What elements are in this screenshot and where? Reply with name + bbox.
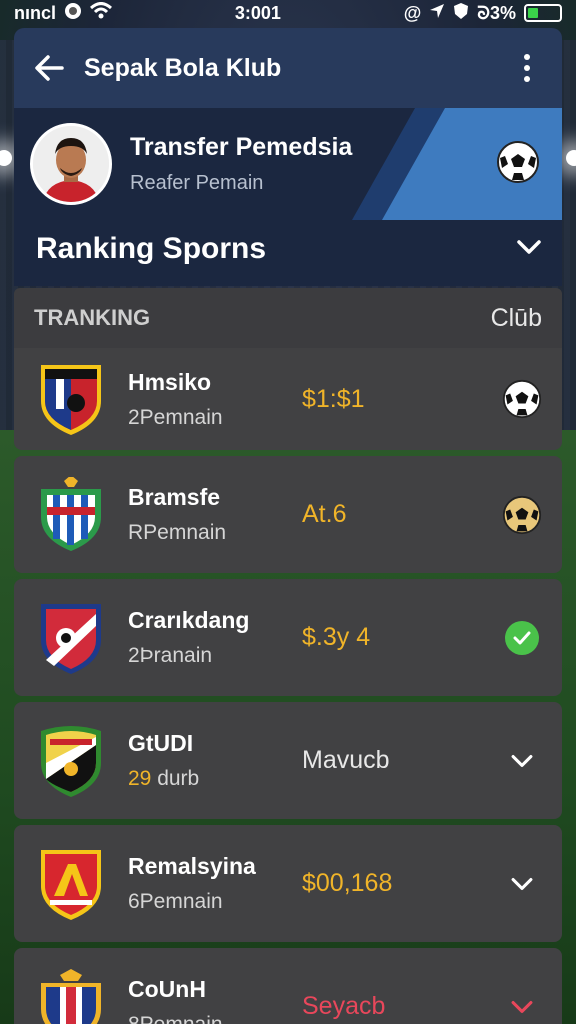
list-item[interactable]: Remalsyina 6Pemnain $00,168 — [14, 825, 562, 942]
club-subtitle: 8Pemnain — [128, 1013, 278, 1024]
chevron-down-icon[interactable] — [500, 876, 544, 892]
avatar — [30, 123, 112, 205]
transfer-value: $.3y 4 — [302, 623, 371, 651]
transfer-value: Seyacb — [302, 992, 386, 1020]
soccer-ball-icon — [496, 140, 540, 189]
page-title: Sepak Bola Klub — [84, 53, 282, 82]
wifi-icon — [90, 1, 113, 25]
list-item[interactable]: CoUnH 8Pemnain Seyacb — [14, 948, 562, 1024]
transfer-banner[interactable]: Transfer Pemedsia Reafer Pemain — [14, 108, 562, 220]
transfer-value: Mavucb — [302, 746, 390, 774]
profile-name: Transfer Pemedsia — [130, 133, 353, 161]
soccer-ball-icon — [500, 379, 544, 419]
record-icon — [64, 2, 82, 25]
club-subtitle: 2Þranain — [128, 644, 213, 667]
at-icon: @ — [403, 2, 422, 23]
shield-status-icon — [453, 2, 469, 25]
list-item[interactable]: Bramsfe RPemnain At.6 — [14, 456, 562, 573]
clock: 3:001 — [234, 2, 281, 23]
list-header: TRANKING Clūb — [14, 288, 562, 348]
carrier-label: nıncl — [14, 2, 57, 23]
list-item[interactable]: GtUDI 29 durb Mavucb — [14, 702, 562, 819]
list-item[interactable]: Hmsiko 2Pemnain $1:$1 — [14, 348, 562, 450]
column-header-ranking: TRANKING — [34, 305, 151, 330]
profile-subtitle: Reafer Pemain — [130, 172, 264, 194]
club-crest-icon — [38, 723, 104, 799]
back-arrow-icon[interactable] — [32, 51, 66, 85]
transfer-value: $00,168 — [302, 869, 393, 897]
player-count: 29 — [128, 767, 152, 790]
club-subtitle-text: durb — [151, 767, 200, 790]
gold-ball-icon — [500, 495, 544, 535]
club-crest-icon — [38, 600, 104, 676]
battery-percent: ᘐ3% — [477, 2, 516, 23]
club-crest-icon — [38, 474, 104, 553]
club-crest-icon — [38, 361, 104, 437]
club-subtitle: 29 durb — [128, 767, 278, 791]
club-subtitle: 6Pemnain — [128, 890, 223, 913]
club-subtitle: RPemnain — [128, 521, 227, 544]
transfer-value: $1:$1 — [302, 384, 365, 413]
club-name: Hmsiko — [128, 368, 212, 395]
floodlight — [566, 150, 576, 166]
check-icon[interactable] — [500, 620, 544, 655]
club-crest-icon — [38, 968, 104, 1024]
column-header-club: Clūb — [490, 303, 542, 332]
transfer-value: At.6 — [302, 500, 347, 528]
status-bar: nıncl 3:001 @ ᘐ3% — [0, 0, 576, 26]
club-name: Remalsyina — [128, 853, 256, 879]
chevron-down-icon[interactable] — [516, 238, 542, 261]
ranking-section-header[interactable]: Ranking Sporns — [14, 220, 562, 286]
list-item[interactable]: Crarıkdang 2Þranain $.3y 4 — [14, 579, 562, 696]
chevron-down-icon[interactable] — [500, 999, 544, 1015]
section-title: Ranking Sporns — [36, 232, 267, 265]
more-options-icon[interactable] — [510, 51, 544, 85]
club-crest-icon — [38, 846, 104, 922]
club-name: GtUDI — [128, 730, 194, 756]
app-panel: Sepak Bola Klub Transfer Pemedsia Reafer… — [14, 28, 562, 1024]
battery-icon — [523, 4, 562, 22]
club-name: Crarıkdang — [128, 607, 250, 633]
club-name: Bramsfe — [128, 484, 221, 510]
location-arrow-icon — [429, 3, 445, 24]
chevron-down-icon[interactable] — [500, 753, 544, 769]
club-name: CoUnH — [128, 976, 206, 1002]
app-bar: Sepak Bola Klub — [14, 28, 562, 108]
club-subtitle: 2Pemnain — [128, 405, 223, 429]
